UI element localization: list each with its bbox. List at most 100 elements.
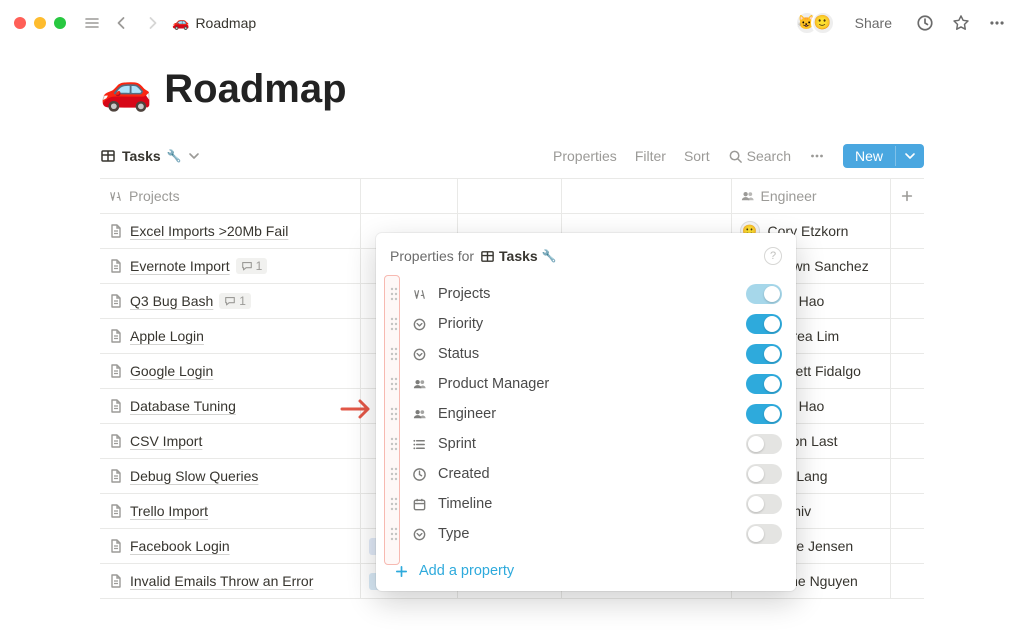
view-more-icon[interactable] bbox=[809, 148, 825, 164]
share-button[interactable]: Share bbox=[851, 11, 896, 35]
cell-empty bbox=[891, 389, 924, 423]
visibility-toggle[interactable] bbox=[746, 314, 782, 334]
col-header-priority[interactable] bbox=[361, 179, 459, 213]
cell-projects[interactable]: Google Login bbox=[100, 354, 361, 388]
callout-arrow-icon bbox=[340, 398, 376, 420]
close-window-dot[interactable] bbox=[14, 17, 26, 29]
visibility-toggle[interactable] bbox=[746, 494, 782, 514]
page-emoji[interactable]: 🚗 bbox=[100, 65, 152, 114]
comment-badge[interactable]: 1 bbox=[236, 258, 268, 274]
minimize-window-dot[interactable] bbox=[34, 17, 46, 29]
cell-projects[interactable]: CSV Import bbox=[100, 424, 361, 458]
property-label: Priority bbox=[438, 316, 736, 332]
cell-projects[interactable]: Excel Imports >20Mb Fail bbox=[100, 214, 361, 248]
drag-handle-icon[interactable] bbox=[390, 527, 400, 541]
properties-button[interactable]: Properties bbox=[553, 148, 617, 164]
page-title[interactable]: Roadmap bbox=[164, 67, 346, 112]
drag-handle-icon[interactable] bbox=[390, 377, 400, 391]
cell-projects[interactable]: Q3 Bug Bash 1 bbox=[100, 284, 361, 318]
view-name: Tasks bbox=[122, 148, 161, 164]
task-title: Evernote Import bbox=[130, 258, 230, 274]
page-icon bbox=[108, 258, 124, 274]
property-type-icon bbox=[410, 407, 428, 422]
presence-avatars[interactable]: 😺 🙂 bbox=[803, 11, 835, 35]
property-type-icon bbox=[410, 317, 428, 332]
cell-empty bbox=[891, 459, 924, 493]
nav-back-icon[interactable] bbox=[112, 13, 132, 33]
task-title: Database Tuning bbox=[130, 398, 236, 414]
property-row[interactable]: Timeline bbox=[390, 489, 782, 519]
page-icon bbox=[108, 223, 124, 239]
property-row[interactable]: Created bbox=[390, 459, 782, 489]
visibility-toggle[interactable] bbox=[746, 434, 782, 454]
drag-handle-icon[interactable] bbox=[390, 407, 400, 421]
property-row[interactable]: Status bbox=[390, 339, 782, 369]
cell-projects[interactable]: Debug Slow Queries bbox=[100, 459, 361, 493]
page-icon bbox=[108, 433, 124, 449]
page-icon bbox=[108, 363, 124, 379]
visibility-toggle[interactable] bbox=[746, 404, 782, 424]
updates-icon[interactable] bbox=[912, 10, 938, 36]
add-property-button[interactable]: Add a property bbox=[376, 553, 796, 585]
page-icon bbox=[108, 503, 124, 519]
property-row[interactable]: Sprint bbox=[390, 429, 782, 459]
help-icon[interactable]: ? bbox=[764, 247, 782, 265]
property-label: Status bbox=[438, 346, 736, 362]
property-row[interactable]: Priority bbox=[390, 309, 782, 339]
drag-handle-icon[interactable] bbox=[390, 317, 400, 331]
sidebar-toggle-icon[interactable] bbox=[82, 13, 102, 33]
col-header-projects[interactable]: Projects bbox=[100, 179, 361, 213]
popover-table-chip[interactable]: Tasks 🔧 bbox=[480, 248, 557, 264]
property-row[interactable]: Engineer bbox=[390, 399, 782, 429]
visibility-toggle[interactable] bbox=[746, 284, 782, 304]
property-type-icon bbox=[410, 527, 428, 542]
drag-handle-icon[interactable] bbox=[390, 467, 400, 481]
avatar: 🙂 bbox=[811, 11, 835, 35]
visibility-toggle[interactable] bbox=[746, 464, 782, 484]
new-button-dropdown[interactable] bbox=[895, 146, 924, 166]
task-title: Google Login bbox=[130, 363, 213, 379]
cell-projects[interactable]: Trello Import bbox=[100, 494, 361, 528]
cell-projects[interactable]: Invalid Emails Throw an Error bbox=[100, 564, 361, 598]
cell-projects[interactable]: Database Tuning bbox=[100, 389, 361, 423]
col-header-pm[interactable] bbox=[562, 179, 731, 213]
visibility-toggle[interactable] bbox=[746, 374, 782, 394]
add-column-button[interactable] bbox=[891, 179, 924, 213]
drag-handle-icon[interactable] bbox=[390, 287, 400, 301]
drag-handle-icon[interactable] bbox=[390, 347, 400, 361]
cell-projects[interactable]: Facebook Login bbox=[100, 529, 361, 563]
breadcrumb[interactable]: 🚗 Roadmap bbox=[172, 14, 256, 31]
page-more-icon[interactable] bbox=[984, 10, 1010, 36]
table-header-row: Projects Engineer bbox=[100, 179, 924, 214]
sort-button[interactable]: Sort bbox=[684, 148, 710, 164]
col-header-status[interactable] bbox=[458, 179, 562, 213]
property-row[interactable]: Product Manager bbox=[390, 369, 782, 399]
col-header-engineer[interactable]: Engineer bbox=[732, 179, 891, 213]
drag-handle-icon[interactable] bbox=[390, 437, 400, 451]
filter-button[interactable]: Filter bbox=[635, 148, 666, 164]
drag-handle-icon[interactable] bbox=[390, 497, 400, 511]
property-type-icon bbox=[410, 437, 428, 452]
view-selector[interactable]: Tasks 🔧 bbox=[100, 148, 200, 164]
visibility-toggle[interactable] bbox=[746, 524, 782, 544]
property-label: Product Manager bbox=[438, 376, 736, 392]
cell-projects[interactable]: Evernote Import 1 bbox=[100, 249, 361, 283]
cell-projects[interactable]: Apple Login bbox=[100, 319, 361, 353]
properties-popover: Properties for Tasks 🔧 ? Projects Priori… bbox=[376, 233, 796, 591]
task-title: Q3 Bug Bash bbox=[130, 293, 213, 309]
task-title: Facebook Login bbox=[130, 538, 230, 554]
breadcrumb-label: Roadmap bbox=[195, 15, 256, 31]
property-row[interactable]: Projects bbox=[390, 279, 782, 309]
property-label: Type bbox=[438, 526, 736, 542]
favorite-icon[interactable] bbox=[948, 10, 974, 36]
property-type-icon bbox=[410, 377, 428, 392]
visibility-toggle[interactable] bbox=[746, 344, 782, 364]
zoom-window-dot[interactable] bbox=[54, 17, 66, 29]
new-button[interactable]: New bbox=[843, 144, 924, 168]
property-row[interactable]: Type bbox=[390, 519, 782, 549]
search-button[interactable]: Search bbox=[728, 148, 791, 164]
cell-empty bbox=[891, 529, 924, 563]
property-label: Projects bbox=[438, 286, 736, 302]
comment-badge[interactable]: 1 bbox=[219, 293, 251, 309]
nav-forward-icon[interactable] bbox=[142, 13, 162, 33]
